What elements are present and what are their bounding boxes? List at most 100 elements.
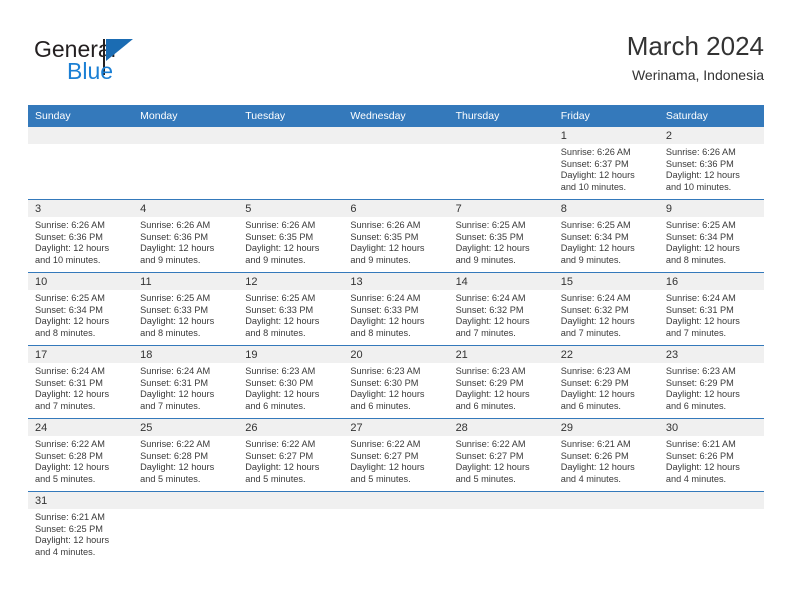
cell-inner: 7 Sunrise: 6:25 AM Sunset: 6:35 PM Daylight…: [448, 200, 554, 272]
calendar-day-cell[interactable]: 11 Sunrise: 6:25 AM Sunset: 6:33 PM Dayligh…: [133, 272, 239, 346]
day-number: 7: [448, 200, 554, 217]
calendar-day-cell[interactable]: 15 Sunrise: 6:24 AM Sunset: 6:32 PM Dayligh…: [553, 272, 659, 346]
daylight-text-line1: Daylight: 12 hours: [560, 462, 635, 473]
sunrise-text: Sunrise: 6:25 AM: [665, 220, 736, 230]
day-detail: Sunrise: 6:25 AM Sunset: 6:34 PM Daylight:…: [659, 217, 764, 266]
weekday-header-wednesday: Wednesday: [343, 105, 449, 127]
sunrise-text: Sunrise: 6:25 AM: [140, 293, 211, 303]
sunset-text: Sunset: 6:26 PM: [665, 450, 734, 461]
day-detail: Sunrise: 6:23 AM Sunset: 6:29 PM Daylight:…: [554, 363, 659, 412]
daylight-text-line2: and 6 minutes.: [560, 400, 621, 411]
calendar-day-cell[interactable]: 29 Sunrise: 6:21 AM Sunset: 6:26 PM Dayligh…: [553, 418, 659, 492]
calendar-day-cell[interactable]: 21 Sunrise: 6:23 AM Sunset: 6:29 PM Dayligh…: [448, 345, 554, 419]
cell-inner: 31 Sunrise: 6:21 AM Sunset: 6:25 PM Dayligh…: [28, 492, 134, 564]
day-number: [133, 492, 239, 509]
calendar-day-cell[interactable]: 16 Sunrise: 6:24 AM Sunset: 6:31 PM Dayligh…: [658, 272, 764, 346]
calendar-day-cell[interactable]: 23 Sunrise: 6:23 AM Sunset: 6:29 PM Dayligh…: [658, 345, 764, 419]
day-number: 20: [343, 346, 449, 363]
cell-inner: 6 Sunrise: 6:26 AM Sunset: 6:35 PM Daylight…: [343, 200, 449, 272]
calendar-day-cell[interactable]: 4 Sunrise: 6:26 AM Sunset: 6:36 PM Daylight…: [133, 199, 239, 273]
calendar-day-cell[interactable]: 9 Sunrise: 6:25 AM Sunset: 6:34 PM Daylight…: [658, 199, 764, 273]
calendar-day-cell[interactable]: 2 Sunrise: 6:26 AM Sunset: 6:36 PM Daylight…: [658, 127, 764, 200]
day-number: 9: [658, 200, 764, 217]
sunset-text: Sunset: 6:29 PM: [560, 377, 629, 388]
cell-inner: 21 Sunrise: 6:23 AM Sunset: 6:29 PM Dayligh…: [448, 346, 554, 418]
weekday-header-row: Sunday Monday Tuesday Wednesday Thursday…: [28, 105, 764, 127]
daylight-text-line1: Daylight: 12 hours: [665, 170, 740, 181]
calendar-cell-empty: [448, 127, 554, 200]
day-number: 15: [553, 273, 659, 290]
sunrise-text: Sunrise: 6:23 AM: [665, 366, 736, 376]
calendar-day-cell[interactable]: 22 Sunrise: 6:23 AM Sunset: 6:29 PM Dayligh…: [553, 345, 659, 419]
day-detail: Sunrise: 6:24 AM Sunset: 6:31 PM Daylight:…: [133, 363, 238, 412]
calendar-day-cell[interactable]: 28 Sunrise: 6:22 AM Sunset: 6:27 PM Dayligh…: [448, 418, 554, 492]
daylight-text-line1: Daylight: 12 hours: [245, 462, 320, 473]
daylight-text-line2: and 7 minutes.: [140, 400, 201, 411]
calendar-day-cell[interactable]: 31 Sunrise: 6:21 AM Sunset: 6:25 PM Dayligh…: [28, 491, 134, 564]
calendar-day-cell[interactable]: 14 Sunrise: 6:24 AM Sunset: 6:32 PM Dayligh…: [448, 272, 554, 346]
day-detail: Sunrise: 6:22 AM Sunset: 6:27 PM Daylight:…: [238, 436, 343, 485]
daylight-text-line1: Daylight: 12 hours: [455, 462, 530, 473]
day-number: 12: [238, 273, 344, 290]
day-number: 13: [343, 273, 449, 290]
calendar-day-cell[interactable]: 10 Sunrise: 6:25 AM Sunset: 6:34 PM Dayligh…: [28, 272, 134, 346]
calendar-day-cell[interactable]: 25 Sunrise: 6:22 AM Sunset: 6:28 PM Dayligh…: [133, 418, 239, 492]
day-detail: Sunrise: 6:24 AM Sunset: 6:32 PM Daylight:…: [449, 290, 554, 339]
daylight-text-line1: Daylight: 12 hours: [665, 316, 740, 327]
cell-inner: 1 Sunrise: 6:26 AM Sunset: 6:37 PM Daylight…: [553, 127, 659, 199]
calendar-day-cell[interactable]: 1 Sunrise: 6:26 AM Sunset: 6:37 PM Daylight…: [553, 127, 659, 200]
daylight-text-line2: and 9 minutes.: [560, 254, 621, 265]
general-blue-logo[interactable]: General Blue: [34, 36, 184, 92]
calendar-cell-empty: [343, 491, 449, 564]
daylight-text-line1: Daylight: 12 hours: [140, 462, 215, 473]
calendar-day-cell[interactable]: 18 Sunrise: 6:24 AM Sunset: 6:31 PM Dayligh…: [133, 345, 239, 419]
cell-inner: [28, 127, 134, 199]
calendar-day-cell[interactable]: 26 Sunrise: 6:22 AM Sunset: 6:27 PM Dayligh…: [238, 418, 344, 492]
day-number: [658, 492, 764, 509]
daylight-text-line2: and 10 minutes.: [665, 181, 732, 192]
calendar-day-cell[interactable]: 20 Sunrise: 6:23 AM Sunset: 6:30 PM Dayligh…: [343, 345, 449, 419]
calendar-day-cell[interactable]: 19 Sunrise: 6:23 AM Sunset: 6:30 PM Dayligh…: [238, 345, 344, 419]
calendar-day-cell[interactable]: 7 Sunrise: 6:25 AM Sunset: 6:35 PM Daylight…: [448, 199, 554, 273]
daylight-text-line2: and 9 minutes.: [140, 254, 201, 265]
day-number: 30: [658, 419, 764, 436]
calendar-day-cell[interactable]: 6 Sunrise: 6:26 AM Sunset: 6:35 PM Daylight…: [343, 199, 449, 273]
calendar-day-cell[interactable]: 17 Sunrise: 6:24 AM Sunset: 6:31 PM Dayligh…: [28, 345, 134, 419]
page-subtitle: Werinama, Indonesia: [631, 67, 764, 83]
day-detail: Sunrise: 6:23 AM Sunset: 6:30 PM Daylight:…: [343, 363, 448, 412]
sunset-text: Sunset: 6:29 PM: [455, 377, 524, 388]
cell-inner: [238, 127, 344, 199]
calendar-day-cell[interactable]: 12 Sunrise: 6:25 AM Sunset: 6:33 PM Dayligh…: [238, 272, 344, 346]
day-detail: Sunrise: 6:23 AM Sunset: 6:29 PM Daylight:…: [659, 363, 764, 412]
sunrise-text: Sunrise: 6:22 AM: [35, 439, 105, 449]
sunset-text: Sunset: 6:27 PM: [350, 450, 419, 461]
calendar-page: General Blue March 2024 Werinama, Indone…: [0, 0, 792, 612]
day-number: 14: [448, 273, 554, 290]
cell-inner: [343, 492, 449, 564]
calendar-day-cell[interactable]: 13 Sunrise: 6:24 AM Sunset: 6:33 PM Dayligh…: [343, 272, 449, 346]
daylight-text-line1: Daylight: 12 hours: [665, 389, 740, 400]
daylight-text-line1: Daylight: 12 hours: [35, 316, 110, 327]
day-number: [238, 127, 344, 144]
sunset-text: Sunset: 6:28 PM: [140, 450, 209, 461]
cell-inner: [448, 492, 554, 564]
calendar-day-cell[interactable]: 5 Sunrise: 6:26 AM Sunset: 6:35 PM Daylight…: [238, 199, 344, 273]
day-number: 19: [238, 346, 344, 363]
sunrise-text: Sunrise: 6:22 AM: [350, 439, 421, 449]
sunset-text: Sunset: 6:36 PM: [35, 231, 103, 242]
sunrise-text: Sunrise: 6:25 AM: [455, 220, 526, 230]
sunrise-text: Sunrise: 6:26 AM: [665, 147, 736, 157]
calendar-day-cell[interactable]: 27 Sunrise: 6:22 AM Sunset: 6:27 PM Dayligh…: [343, 418, 449, 492]
calendar-day-cell[interactable]: 8 Sunrise: 6:25 AM Sunset: 6:34 PM Daylight…: [553, 199, 659, 273]
calendar-day-cell[interactable]: 30 Sunrise: 6:21 AM Sunset: 6:26 PM Dayligh…: [658, 418, 764, 492]
sunrise-text: Sunrise: 6:26 AM: [140, 220, 211, 230]
cell-inner: 22 Sunrise: 6:23 AM Sunset: 6:29 PM Dayligh…: [553, 346, 659, 418]
calendar-day-cell[interactable]: 3 Sunrise: 6:26 AM Sunset: 6:36 PM Daylight…: [28, 199, 134, 273]
calendar-day-cell[interactable]: 24 Sunrise: 6:22 AM Sunset: 6:28 PM Dayligh…: [28, 418, 134, 492]
cell-inner: 17 Sunrise: 6:24 AM Sunset: 6:31 PM Dayligh…: [28, 346, 134, 418]
daylight-text-line1: Daylight: 12 hours: [245, 389, 320, 400]
calendar-cell-empty: [658, 491, 764, 564]
day-detail: Sunrise: 6:22 AM Sunset: 6:28 PM Daylight:…: [133, 436, 238, 485]
daylight-text-line1: Daylight: 12 hours: [455, 389, 530, 400]
sunset-text: Sunset: 6:33 PM: [350, 304, 419, 315]
